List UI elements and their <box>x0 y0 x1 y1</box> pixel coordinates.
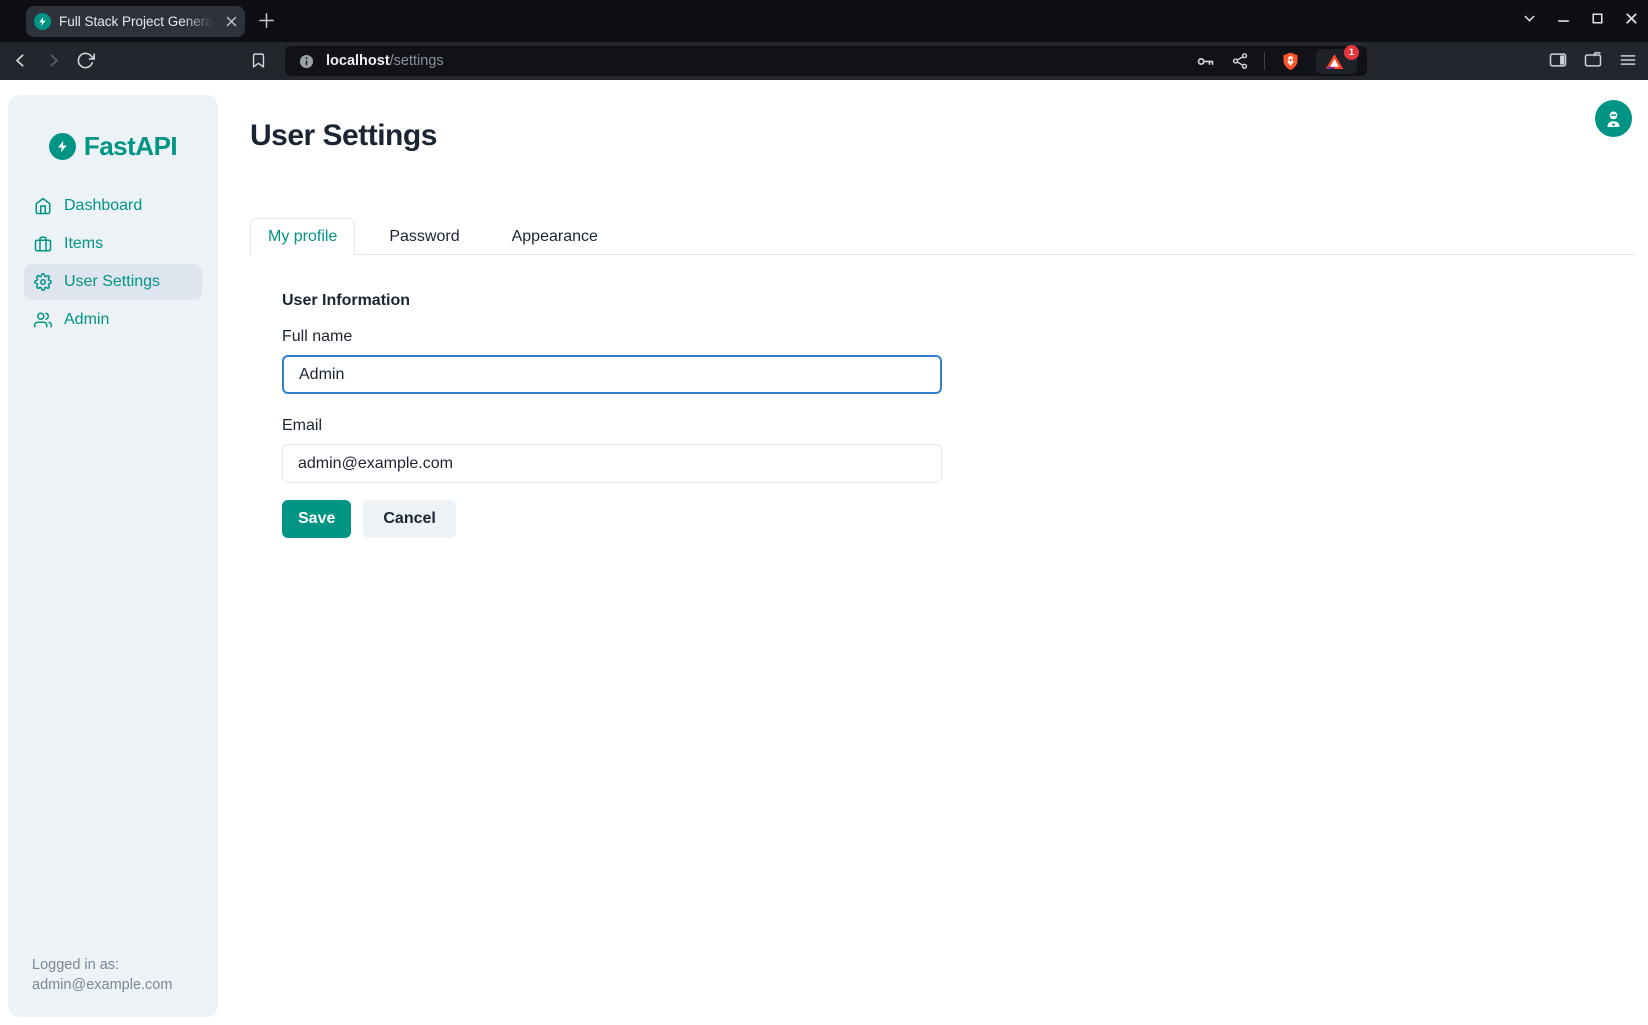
site-info-icon[interactable] <box>299 54 314 69</box>
tab-password[interactable]: Password <box>371 218 477 255</box>
email-label: Email <box>282 416 1636 436</box>
user-information-form: User Information Full name Email Save Ca… <box>282 291 1636 538</box>
gear-icon <box>34 273 52 291</box>
settings-tabs: My profile Password Appearance <box>250 218 1636 255</box>
window-close-icon[interactable] <box>1623 10 1640 27</box>
new-tab-icon[interactable] <box>258 12 275 29</box>
logged-in-label: Logged in as: <box>32 955 172 975</box>
menu-hamburger-icon[interactable] <box>1618 50 1638 70</box>
brave-shield-icon[interactable] <box>1280 51 1301 72</box>
home-icon <box>34 197 52 215</box>
window-maximize-icon[interactable] <box>1589 10 1606 27</box>
sidebar-item-dashboard[interactable]: Dashboard <box>24 188 202 224</box>
app-page: FastAPI Dashboard Items User Settings Ad… <box>0 80 1648 1025</box>
forward-icon[interactable] <box>43 50 64 71</box>
logged-in-footer: Logged in as: admin@example.com <box>32 955 172 995</box>
browser-tab-strip: Full Stack Project Genera <box>0 0 1648 42</box>
logo-text: FastAPI <box>84 131 177 162</box>
tab-title: Full Stack Project Genera <box>59 14 218 29</box>
sidebar: FastAPI Dashboard Items User Settings Ad… <box>8 95 218 1017</box>
page-title: User Settings <box>250 80 1636 154</box>
tab-search-chevron-icon[interactable] <box>1521 10 1538 27</box>
browser-tab[interactable]: Full Stack Project Genera <box>26 6 245 37</box>
share-icon[interactable] <box>1231 52 1249 70</box>
briefcase-icon <box>34 235 52 253</box>
logged-in-email: admin@example.com <box>32 975 172 995</box>
wallet-icon[interactable] <box>1583 50 1603 70</box>
save-button[interactable]: Save <box>282 500 351 538</box>
main-content: User Settings My profile Password Appear… <box>250 80 1636 538</box>
browser-toolbar: localhost/settings 1 <box>0 42 1648 80</box>
cancel-button[interactable]: Cancel <box>363 500 455 538</box>
sidebar-item-label: Dashboard <box>64 197 142 215</box>
rewards-badge: 1 <box>1344 45 1359 60</box>
url-path: /settings <box>390 53 444 69</box>
full-name-label: Full name <box>282 327 1636 347</box>
section-title: User Information <box>282 291 1636 311</box>
email-input[interactable] <box>282 444 942 483</box>
sidebar-item-label: User Settings <box>64 273 160 291</box>
fastapi-bolt-icon <box>49 133 76 160</box>
bookmark-icon[interactable] <box>250 52 267 69</box>
full-name-input[interactable] <box>282 355 942 394</box>
fastapi-logo[interactable]: FastAPI <box>8 95 218 162</box>
window-controls <box>1521 10 1640 27</box>
sidebar-item-items[interactable]: Items <box>24 226 202 262</box>
sidebar-item-label: Admin <box>64 311 109 329</box>
side-panel-icon[interactable] <box>1548 50 1568 70</box>
browser-chrome: Full Stack Project Genera <box>0 0 1648 80</box>
url-host: localhost <box>326 53 390 69</box>
url-text: localhost/settings <box>326 53 444 69</box>
tab-my-profile[interactable]: My profile <box>250 218 355 255</box>
reload-icon[interactable] <box>76 51 95 70</box>
users-icon <box>34 311 52 329</box>
tab-appearance[interactable]: Appearance <box>494 218 616 255</box>
sidebar-nav: Dashboard Items User Settings Admin <box>8 188 218 338</box>
address-bar[interactable]: localhost/settings 1 <box>285 46 1367 76</box>
password-key-icon[interactable] <box>1195 51 1216 72</box>
sidebar-item-user-settings[interactable]: User Settings <box>24 264 202 300</box>
form-buttons: Save Cancel <box>282 500 1636 538</box>
toolbar-separator <box>1264 52 1265 70</box>
window-minimize-icon[interactable] <box>1555 10 1572 27</box>
sidebar-item-label: Items <box>64 235 103 253</box>
back-icon[interactable] <box>10 50 31 71</box>
tab-close-icon[interactable] <box>226 16 237 27</box>
brave-rewards-button[interactable]: 1 <box>1316 49 1357 74</box>
sidebar-item-admin[interactable]: Admin <box>24 302 202 338</box>
fastapi-favicon-icon <box>34 13 51 30</box>
